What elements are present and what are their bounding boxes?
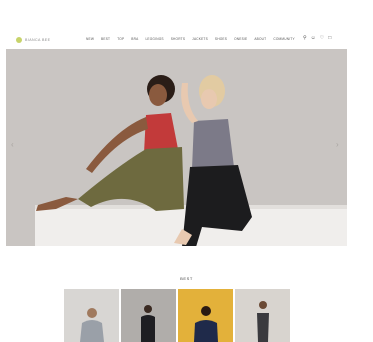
- nav-item-onesie[interactable]: ONESIE: [234, 37, 247, 41]
- nav-item-shoes[interactable]: SHOES: [215, 37, 227, 41]
- nav-item-jackets[interactable]: JACKETS: [192, 37, 208, 41]
- site-header: [0, 0, 373, 32]
- search-icon[interactable]: ⚲: [303, 36, 307, 41]
- nav-item-community[interactable]: COMMUNITY: [273, 37, 294, 41]
- nav-item-bra[interactable]: BRA: [131, 37, 138, 41]
- nav-item-shorts[interactable]: SHORTS: [171, 37, 185, 41]
- product-card-1[interactable]: [64, 289, 119, 342]
- nav-item-best[interactable]: BEST: [101, 37, 110, 41]
- logo-text: BIANCA BEE: [25, 38, 51, 42]
- best-products: [64, 289, 290, 342]
- site-logo[interactable]: BIANCA BEE: [16, 37, 50, 43]
- product-card-3[interactable]: [178, 289, 233, 342]
- user-icon[interactable]: ☺: [311, 36, 316, 41]
- main-nav: NEW BEST TOP BRA LEGGINGS SHORTS JACKETS…: [86, 37, 295, 41]
- nav-item-about[interactable]: ABOUT: [254, 37, 266, 41]
- hero-image: [6, 49, 347, 246]
- nav-item-top[interactable]: TOP: [117, 37, 124, 41]
- nav-item-leggings[interactable]: LEGGINGS: [145, 37, 163, 41]
- hero-prev-icon[interactable]: ‹: [11, 141, 14, 149]
- product-card-4[interactable]: [235, 289, 290, 342]
- logo-mark-icon: [16, 37, 22, 43]
- heart-icon[interactable]: ♡: [320, 36, 324, 41]
- hero-banner[interactable]: [6, 49, 347, 246]
- nav-item-new[interactable]: NEW: [86, 37, 94, 41]
- hero-next-icon[interactable]: ›: [336, 141, 339, 149]
- product-card-2[interactable]: [121, 289, 176, 342]
- best-section-title: BEST: [180, 276, 193, 281]
- header-utilities: ⚲ ☺ ♡ □: [303, 36, 331, 41]
- bag-icon[interactable]: □: [328, 36, 331, 41]
